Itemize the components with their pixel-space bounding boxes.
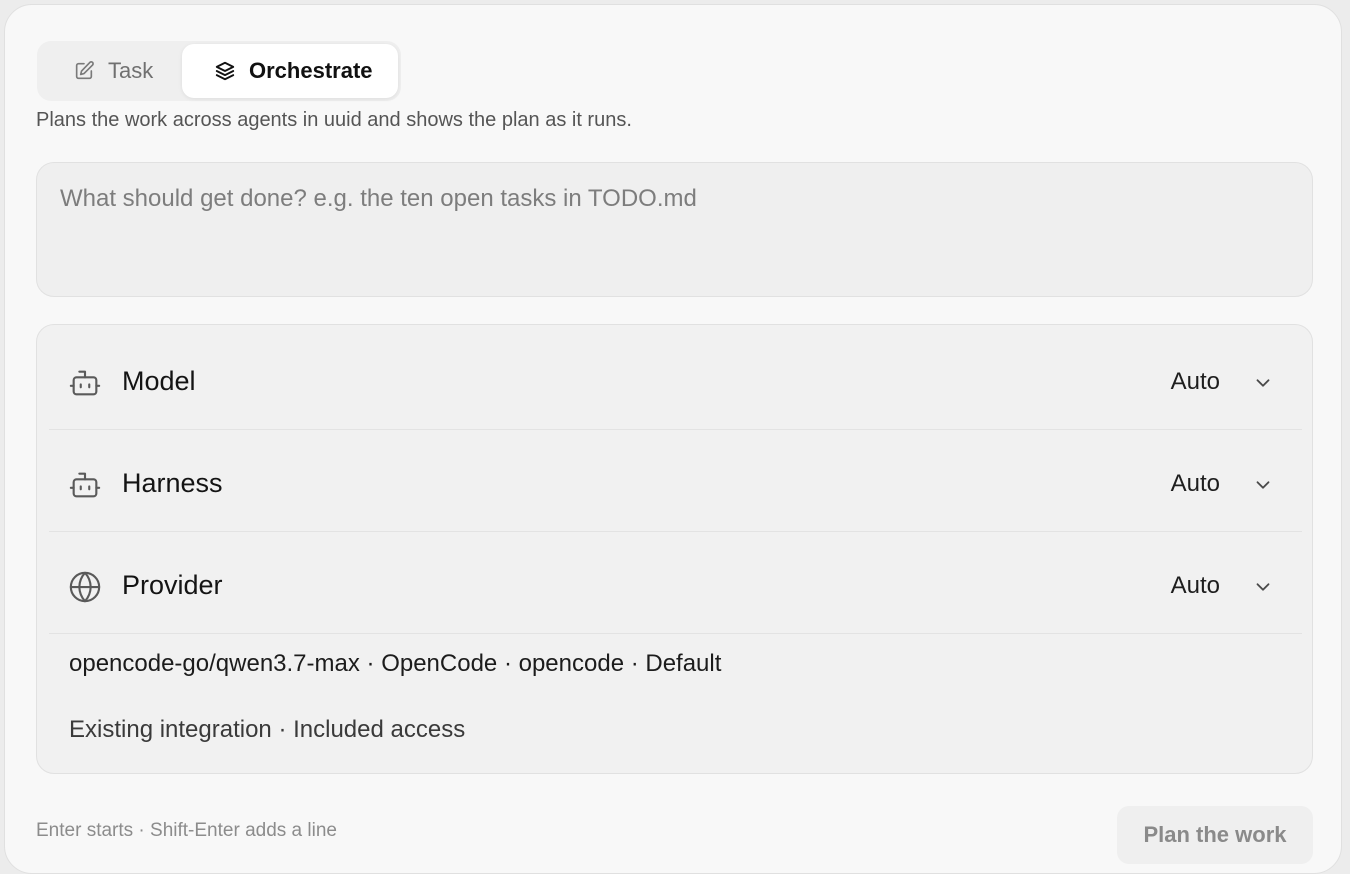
mode-tabs: Task Orchestrate <box>37 41 401 101</box>
provider-label: Provider <box>122 570 223 600</box>
harness-select[interactable]: Harness Auto <box>49 430 1302 532</box>
mode-description: Plans the work across agents in uuid and… <box>36 109 632 131</box>
keyboard-hint: Enter starts · Shift-Enter adds a line <box>36 820 337 841</box>
plan-the-work-button[interactable]: Plan the work <box>1117 806 1313 864</box>
chevron-down-icon <box>1252 372 1274 394</box>
model-select[interactable]: Model Auto <box>49 328 1302 430</box>
tab-task[interactable]: Task <box>37 44 182 98</box>
orchestrate-panel: Task Orchestrate Plans the work across a… <box>4 4 1342 874</box>
tab-task-label: Task <box>108 58 154 83</box>
prompt-placeholder: What should get done? e.g. the ten open … <box>60 185 697 212</box>
chevron-down-icon <box>1252 474 1274 496</box>
tab-orchestrate[interactable]: Orchestrate <box>182 44 398 98</box>
harness-value: Auto <box>1170 470 1220 497</box>
bot-icon <box>68 468 102 502</box>
globe-icon <box>68 570 102 604</box>
edit-icon <box>73 60 95 82</box>
bot-icon <box>68 366 102 400</box>
provider-select[interactable]: Provider Auto <box>49 532 1302 634</box>
task-prompt-input[interactable]: What should get done? e.g. the ten open … <box>36 162 1313 297</box>
layers-icon <box>214 60 236 82</box>
agent-options: Model Auto Harness Auto Provider Auto op… <box>36 324 1313 774</box>
tab-orchestrate-label: Orchestrate <box>249 58 373 83</box>
access-info: Existing integration · Included access <box>69 716 466 743</box>
model-details: opencode-go/qwen3.7-max · OpenCode · ope… <box>69 650 722 677</box>
model-value: Auto <box>1170 368 1220 395</box>
harness-label: Harness <box>122 468 223 498</box>
provider-value: Auto <box>1170 572 1220 599</box>
model-label: Model <box>122 366 196 396</box>
chevron-down-icon <box>1252 576 1274 598</box>
